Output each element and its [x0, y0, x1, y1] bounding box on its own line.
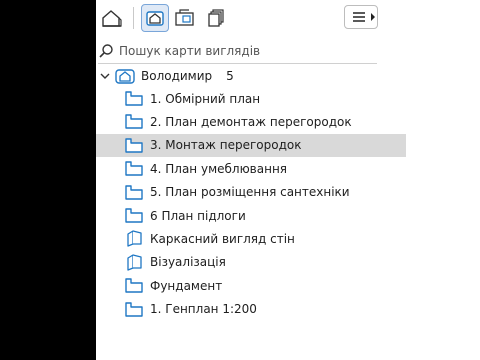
floor-plan-icon — [124, 301, 144, 318]
tree-item[interactable]: 6 План підлоги — [96, 204, 406, 227]
search-bar — [98, 40, 376, 62]
view-map-tab[interactable] — [141, 4, 169, 32]
tree-item[interactable]: 2. План демонтаж перегородок — [96, 110, 406, 133]
tree-item[interactable]: 1. Обмірний план — [96, 87, 406, 110]
tree-item-label: Фундамент — [150, 278, 223, 293]
tree-item-label: 1. Обмірний план — [150, 91, 261, 106]
publisher-sets-tab[interactable] — [202, 4, 230, 32]
layout-book-icon — [175, 9, 194, 26]
tree-item[interactable]: Візуалізація — [96, 251, 406, 274]
tree-root-label: Володимир — [141, 68, 213, 83]
tree-item-label: Візуалізація — [150, 255, 226, 270]
tree-item[interactable]: 4. План умеблювання — [96, 157, 406, 180]
tree-item[interactable]: 3. Монтаж перегородок — [96, 133, 406, 157]
tree-item[interactable]: Фундамент — [96, 274, 406, 297]
project-map-tab[interactable] — [98, 4, 126, 32]
tree-item-label: 2. План демонтаж перегородок — [150, 114, 352, 129]
toolbar-separator — [133, 7, 134, 29]
chevron-down-icon[interactable] — [100, 71, 110, 81]
floor-plan-icon — [124, 137, 144, 154]
project-view-icon — [115, 67, 135, 84]
tree-item-label: 6 План підлоги — [150, 208, 246, 223]
tree-root-count: 5 — [226, 68, 234, 83]
floor-plan-icon — [124, 160, 144, 177]
panel-menu-button[interactable] — [344, 5, 378, 29]
house-icon — [102, 10, 122, 27]
floor-plan-icon — [124, 184, 144, 201]
tree-item-label: 3. Монтаж перегородок — [150, 138, 302, 153]
3d-view-icon — [124, 230, 144, 248]
publisher-sets-icon — [208, 9, 224, 27]
layout-book-tab[interactable] — [171, 4, 199, 32]
tree-item[interactable]: 1. Генплан 1:200 — [96, 298, 406, 321]
3d-view-icon — [124, 254, 144, 271]
hamburger-icon — [353, 12, 365, 22]
floor-plan-icon — [124, 90, 144, 107]
tree-item-label: Каркасний вигляд стін — [150, 231, 295, 246]
search-input[interactable] — [119, 44, 359, 58]
floor-plan-icon — [124, 277, 144, 294]
chevron-right-icon — [371, 13, 375, 21]
floor-plan-icon — [124, 113, 144, 130]
search-icon — [99, 44, 113, 58]
toolbar — [96, 0, 480, 36]
floor-plan-icon — [124, 207, 144, 224]
tree-root-row[interactable]: Володимир 5 — [96, 64, 397, 87]
view-map-panel: Володимир 5 1. Обмірний план 2. План демо… — [96, 0, 480, 360]
tree-item-label: 4. План умеблювання — [150, 161, 288, 176]
tree-item-label: 5. План розміщення сантехніки — [150, 185, 350, 200]
view-map-icon — [146, 11, 164, 26]
tree-item[interactable]: Каркасний вигляд стін — [96, 227, 406, 250]
tree-item-label: 1. Генплан 1:200 — [150, 302, 257, 317]
tree-item[interactable]: 5. План розміщення сантехніки — [96, 181, 406, 204]
